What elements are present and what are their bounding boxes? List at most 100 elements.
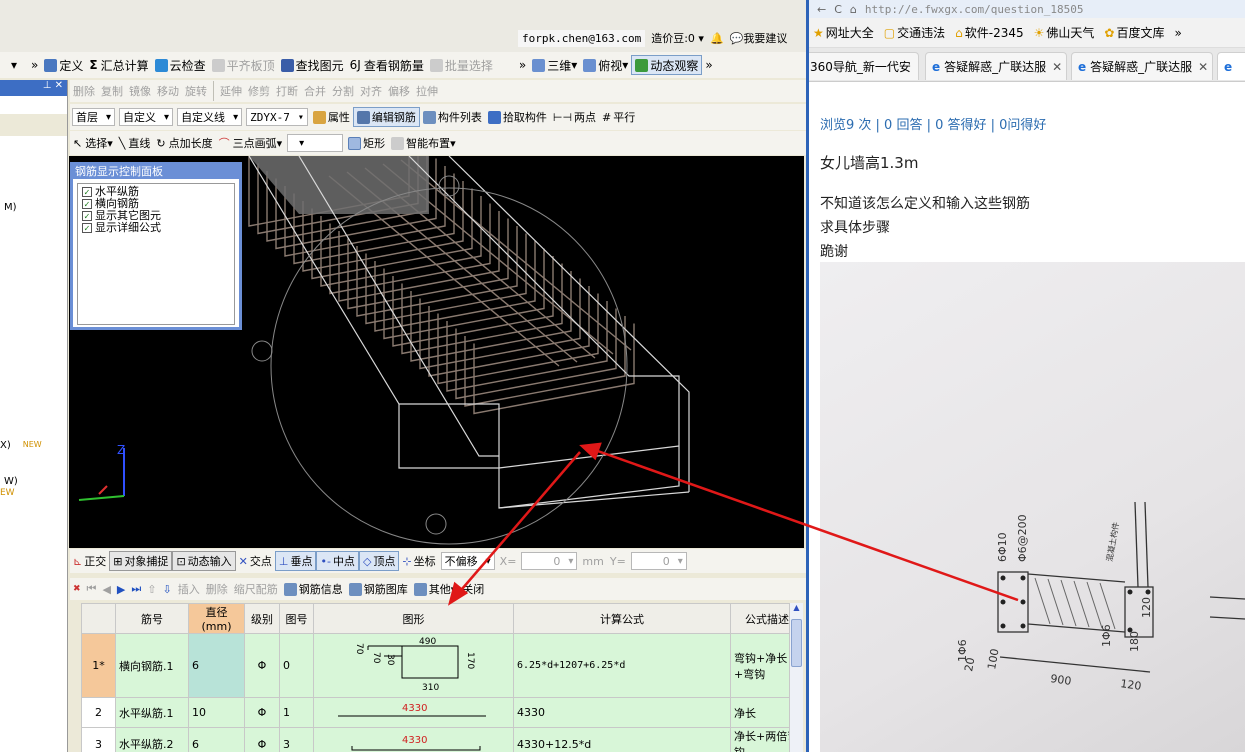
bookmark-item[interactable]: ☀ 佛山天气	[1034, 24, 1095, 41]
component-list-button[interactable]: 构件列表	[420, 107, 485, 127]
last-icon[interactable]: ⏭	[128, 579, 144, 599]
offset-button[interactable]: 偏移	[385, 81, 413, 101]
stretch-button[interactable]: 拉伸	[413, 81, 441, 101]
tab-close-icon[interactable]: ✕	[917, 60, 918, 74]
x-input[interactable]: 0	[521, 552, 578, 570]
rebar-info-button[interactable]: 钢筋信息	[281, 579, 346, 599]
pick-component-button[interactable]: 拾取构件	[485, 107, 550, 127]
custom-line-select[interactable]: 自定义线	[177, 108, 243, 126]
next-icon[interactable]: ▶	[114, 579, 128, 599]
coord-button[interactable]: ⊹ 坐标	[399, 551, 438, 571]
cell-fig[interactable]: 1	[279, 697, 314, 728]
checkbox[interactable]: ✓	[82, 211, 92, 221]
rotate-button[interactable]: 旋转	[182, 81, 210, 101]
grid-scrollbar[interactable]: ▲	[789, 603, 803, 752]
smart-layout-button[interactable]: 智能布置 ▾	[388, 133, 459, 153]
line-button[interactable]: ╲ 直线	[116, 133, 154, 153]
overlook-dropdown[interactable]: 俯视 ▾	[580, 55, 631, 75]
checkbox[interactable]: ✓	[82, 223, 92, 233]
delete-button[interactable]: 删除	[70, 81, 98, 101]
type-select[interactable]: 自定义	[119, 108, 174, 126]
extend-button[interactable]: 延伸	[217, 81, 245, 101]
arc-button[interactable]: ⌒ 三点画弧 ▾	[216, 133, 286, 153]
empty-select[interactable]	[287, 134, 344, 152]
select-button[interactable]: ↖ 选择 ▾	[70, 133, 116, 153]
suggest-button[interactable]: 💬我要建议	[730, 30, 788, 46]
ortho-button[interactable]: ⊾ 正交	[70, 551, 109, 571]
mirror-button[interactable]: 镜像	[126, 81, 154, 101]
row-index[interactable]: 3	[81, 727, 116, 752]
cell-formula[interactable]: 4330	[513, 697, 731, 728]
batch-select-button[interactable]: 批量选择	[427, 55, 496, 75]
bell-icon[interactable]: 🔔	[710, 32, 724, 45]
sum-calc-button[interactable]: Σ 汇总计算	[86, 55, 151, 75]
cell-formula[interactable]: 4330+12.5*d	[513, 727, 731, 752]
question-photo[interactable]: 6Φ10 Φ6@200 1Φ6 1Φ6 100 20 900 120 180 1…	[820, 262, 1245, 752]
cell-shape[interactable]: 490 70 70 30 170 310	[313, 633, 514, 698]
point-length-button[interactable]: ↻ 点加长度	[153, 133, 215, 153]
close-icon[interactable]: ✕	[55, 80, 63, 91]
cell-grade[interactable]: Φ	[244, 727, 280, 752]
tab-close-icon[interactable]: ✕	[1052, 60, 1062, 74]
home-icon[interactable]: ⌂	[850, 3, 857, 16]
rect-button[interactable]: 矩形	[345, 133, 388, 153]
checkbox[interactable]: ✓	[82, 199, 92, 209]
close-button[interactable]: 关闭	[459, 579, 487, 599]
price-dropdown[interactable]: 造价豆:0 ▾	[651, 30, 704, 46]
cell-name[interactable]: 横向钢筋.1	[115, 633, 189, 698]
cell-formula[interactable]: 6.25*d+1207+6.25*d	[513, 633, 731, 698]
more-icon[interactable]: ▾	[8, 55, 20, 75]
overflow3-icon[interactable]: »	[702, 55, 715, 75]
merge-button[interactable]: 合并	[301, 81, 329, 101]
copy-button[interactable]: 复制	[98, 81, 126, 101]
url-field[interactable]: http://e.fwxgx.com/question_18505	[865, 3, 1084, 16]
prev-icon[interactable]: ◀	[99, 579, 113, 599]
up-icon[interactable]: ⇧	[144, 579, 159, 599]
tab-qa-2[interactable]: e 答疑解惑_广联达服 ✕	[1071, 52, 1213, 80]
tab-active[interactable]: e	[1217, 52, 1245, 80]
tab-360[interactable]: 360导航_新一代安✕	[809, 52, 919, 80]
overflow-icon[interactable]: »	[28, 55, 41, 75]
table-row[interactable]: 3 水平纵筋.2 6 Φ 3 4330 4330+12.5*d 净长+两倍弯钩	[81, 727, 803, 752]
grid-delete-button[interactable]: 删除	[203, 579, 231, 599]
rebar-library-button[interactable]: 钢筋图库	[346, 579, 411, 599]
viewport-3d[interactable]: Z 钢筋显示控制面板 ✓ 水平纵筋 ✓ 横向钢筋 ✓ 显示其它图元 ✓ 显示详细公式	[69, 156, 804, 548]
code-select[interactable]: ZDYX-7	[246, 108, 308, 126]
scroll-thumb[interactable]	[791, 619, 802, 667]
scroll-up-icon[interactable]: ▲	[790, 603, 803, 617]
find-element-button[interactable]: 查找图元	[278, 55, 347, 75]
tab-close-icon[interactable]: ✕	[1198, 60, 1208, 74]
cell-shape[interactable]: 4330	[313, 697, 514, 728]
midpoint-button[interactable]: •- 中点	[316, 551, 359, 571]
cell-dia[interactable]: 10	[188, 697, 245, 728]
perpendicular-button[interactable]: ⊥ 垂点	[274, 551, 317, 571]
other-button[interactable]: 其他 ▾	[411, 579, 460, 599]
vertex-button[interactable]: ◇ 顶点	[358, 551, 400, 571]
scale-rebar-button[interactable]: 缩尺配筋	[231, 579, 281, 599]
break-button[interactable]: 打断	[273, 81, 301, 101]
overflow2-icon[interactable]: »	[516, 55, 529, 75]
dynamic-input-button[interactable]: ⊡ 动态输入	[172, 551, 236, 571]
cell-dia[interactable]: 6	[188, 727, 245, 752]
first-icon[interactable]: ⏮	[84, 579, 100, 599]
bookmark-item[interactable]: ⌂ 软件-2345	[955, 24, 1024, 41]
row-index[interactable]: 1*	[81, 633, 116, 698]
down-icon[interactable]: ⇩	[160, 579, 175, 599]
panel-checkbox-item[interactable]: ✓ 显示详细公式	[82, 222, 230, 234]
offset-select[interactable]: 不偏移	[440, 552, 495, 570]
cell-name[interactable]: 水平纵筋.1	[115, 697, 189, 728]
view-rebar-button[interactable]: 6J 查看钢筋量	[347, 55, 427, 75]
tab-qa-1[interactable]: e 答疑解惑_广联达服 ✕	[925, 52, 1067, 80]
cell-name[interactable]: 水平纵筋.2	[115, 727, 189, 752]
cell-fig[interactable]: 3	[279, 727, 314, 752]
intersect-button[interactable]: ✕ 交点	[236, 551, 275, 571]
parallel-button[interactable]: # 平行	[599, 107, 638, 127]
cell-fig[interactable]: 0	[279, 633, 314, 698]
dynamic-observe-button[interactable]: 动态观察	[631, 55, 703, 75]
trim-button[interactable]: 修剪	[245, 81, 273, 101]
cell-shape[interactable]: 4330	[313, 727, 514, 752]
close-panel-icon[interactable]: ✖	[70, 579, 84, 599]
pin-icon[interactable]: ⊥	[43, 80, 52, 91]
define-button[interactable]: 定义	[41, 55, 86, 75]
bookmark-item[interactable]: ✿ 百度文库	[1104, 24, 1164, 41]
